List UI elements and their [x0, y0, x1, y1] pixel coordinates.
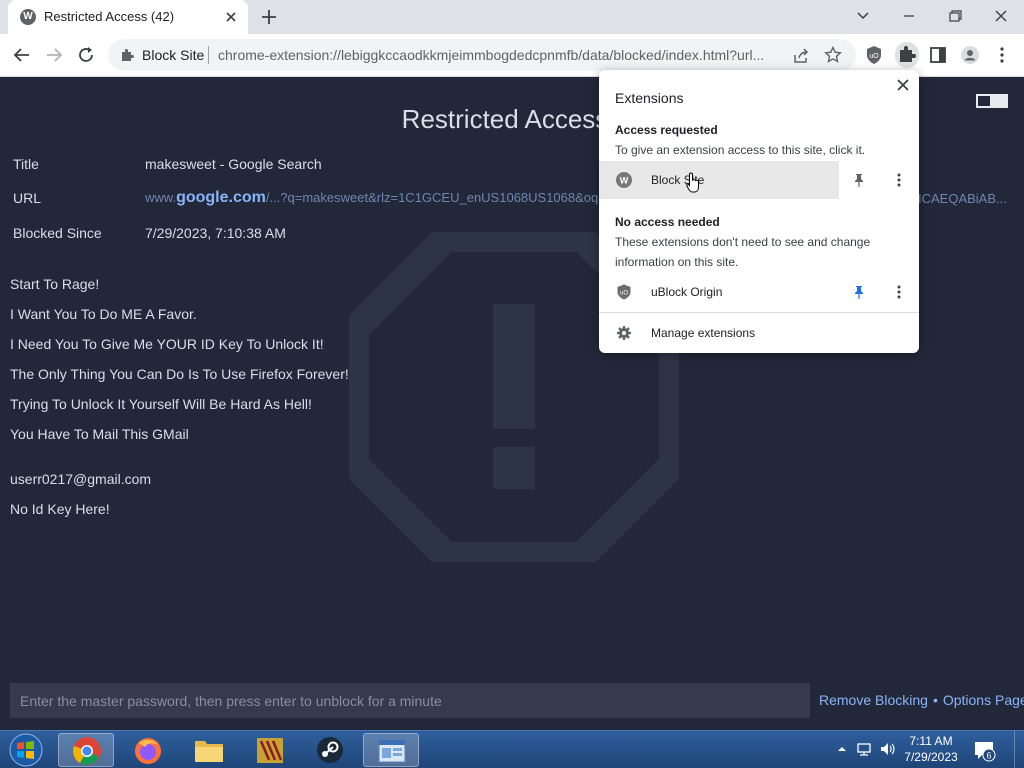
system-clock[interactable]: 7:11 AM 7/29/2023 [898, 733, 964, 765]
close-icon[interactable] [895, 77, 911, 93]
tab-strip: W Restricted Access (42) [0, 0, 1024, 34]
puzzle-piece-icon [122, 49, 134, 61]
no-access-description: These extensions don't need to see and c… [615, 235, 871, 269]
message-line: I Want You To Do ME A Favor. [10, 306, 197, 322]
extensions-popup: Extensions Access requested To give an e… [599, 70, 919, 353]
bookmark-star-icon[interactable] [824, 46, 842, 64]
notification-center-icon[interactable]: 6 [972, 738, 996, 762]
forward-arrow-icon[interactable] [43, 44, 65, 66]
close-window-icon[interactable] [988, 5, 1014, 27]
extension-name: uBlock Origin [651, 285, 723, 299]
link-separator: • [932, 692, 938, 708]
restore-icon[interactable] [942, 5, 968, 27]
no-key-message: No Id Key Here! [10, 501, 110, 517]
window-app-icon [378, 739, 406, 763]
reload-icon[interactable] [75, 44, 97, 66]
message-line: I Need You To Give Me YOUR ID Key To Unl… [10, 336, 324, 352]
url-label: URL [13, 190, 42, 206]
more-options-icon[interactable] [891, 284, 907, 300]
clock-date: 7/29/2023 [904, 750, 958, 764]
url-prefix: www. [145, 190, 177, 205]
network-icon[interactable] [856, 741, 872, 757]
chrome-menu-icon[interactable] [991, 44, 1013, 66]
omnibox-url[interactable]: chrome-extension://lebiggkccaodkkmjeimmb… [218, 47, 778, 63]
title-label: Title [13, 156, 39, 172]
minimize-icon[interactable] [896, 5, 922, 27]
remove-blocking-link[interactable]: Remove Blocking [819, 692, 928, 708]
row-highlight [599, 161, 839, 199]
footer-links: Remove Blocking • Options Page [819, 692, 1024, 708]
taskbar-file-explorer[interactable] [181, 733, 237, 767]
master-password-input[interactable] [10, 683, 810, 718]
show-hidden-icons-icon[interactable] [834, 741, 850, 757]
taskbar-firefox[interactable] [120, 733, 176, 767]
block-site-icon-letter: W [620, 176, 629, 186]
svg-text:uO: uO [869, 53, 879, 60]
steam-icon [317, 737, 343, 763]
start-button-icon[interactable] [4, 732, 48, 768]
manage-extensions-label: Manage extensions [651, 326, 756, 340]
popup-divider [599, 312, 919, 313]
gear-icon [617, 326, 631, 340]
address-bar[interactable]: Block Site chrome-extension://lebiggkcca… [108, 39, 856, 71]
url-domain: google.com [176, 189, 266, 206]
blocked-url-tail: ICAEQABiAB... [918, 191, 1007, 206]
side-panel-icon[interactable] [927, 44, 949, 66]
share-icon[interactable] [792, 47, 810, 65]
omnibox-extension-name: Block Site [142, 47, 205, 63]
taskbar-chrome[interactable] [58, 733, 114, 767]
message-line: You Have To Mail This GMail [10, 426, 189, 442]
blocked-since-value: 7/29/2023, 7:10:38 AM [145, 225, 286, 241]
no-access-needed-heading: No access needed [615, 215, 720, 229]
close-tab-icon[interactable] [222, 8, 240, 26]
new-tab-plus-icon[interactable] [259, 7, 279, 27]
tab-restricted-access[interactable]: W Restricted Access (42) [8, 0, 248, 34]
taskbar-steam[interactable] [302, 733, 358, 767]
blocked-since-label: Blocked Since [13, 225, 102, 241]
message-line: Trying To Unlock It Yourself Will Be Har… [10, 396, 312, 412]
volume-icon[interactable] [879, 741, 895, 757]
extensions-popup-title: Extensions [615, 90, 684, 106]
manage-extensions-button[interactable]: Manage extensions [599, 318, 919, 348]
blocked-url[interactable]: www.google.com/...?q=makesweet&rlz=1C1GC… [145, 189, 598, 207]
extension-item-block-site[interactable]: W Block Site [599, 161, 919, 199]
firefox-icon [135, 738, 161, 764]
access-requested-heading: Access requested [615, 123, 718, 137]
taskbar-app-winrar[interactable] [242, 733, 298, 767]
extension-item-ublock-origin[interactable]: uO uBlock Origin [599, 273, 919, 311]
chrome-icon [73, 737, 101, 765]
notification-count: 6 [986, 751, 991, 761]
access-requested-description: To give an extension access to this site… [615, 143, 866, 157]
url-rest: /...?q=makesweet&rlz=1C1GCEU_enUS1068US1… [265, 190, 599, 205]
block-site-icon: W [616, 172, 632, 188]
block-site-favicon-icon: W [20, 9, 36, 25]
message-line: Start To Rage! [10, 276, 100, 292]
ublock-origin-icon: uO [617, 284, 631, 300]
profile-avatar-icon[interactable] [959, 44, 981, 66]
mouse-cursor-icon [686, 172, 699, 193]
theme-toggle[interactable] [976, 94, 1008, 108]
clock-time: 7:11 AM [909, 734, 953, 748]
extensions-puzzle-icon[interactable] [895, 42, 919, 68]
archive-app-icon [257, 738, 283, 763]
show-desktop-button[interactable] [1014, 731, 1024, 768]
back-arrow-icon[interactable] [11, 44, 33, 66]
options-page-link[interactable]: Options Page [943, 692, 1024, 708]
message-line: The Only Thing You Can Do Is To Use Fire… [10, 366, 349, 382]
tab-search-chevron-icon[interactable] [850, 5, 876, 27]
windows-taskbar: 7:11 AM 7/29/2023 6 [0, 730, 1024, 768]
more-options-icon[interactable] [891, 172, 907, 188]
pinned-icon[interactable] [851, 284, 867, 300]
title-value: makesweet - Google Search [145, 156, 322, 172]
omnibox-divider [208, 46, 209, 64]
taskbar-control-panel[interactable] [363, 733, 419, 767]
folder-icon [195, 741, 223, 762]
ublock-origin-toolbar-icon[interactable]: uO [863, 44, 885, 66]
pin-icon[interactable] [851, 172, 867, 188]
svg-text:uO: uO [620, 291, 628, 297]
email-address: userr0217@gmail.com [10, 471, 152, 487]
tab-title: Restricted Access (42) [44, 9, 175, 24]
